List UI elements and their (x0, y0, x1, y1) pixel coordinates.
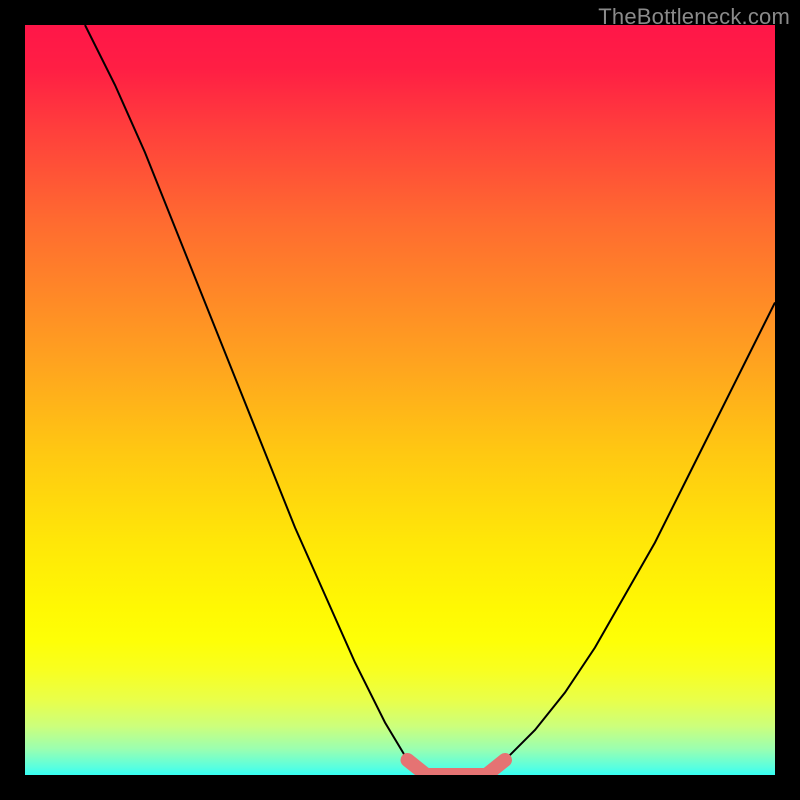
watermark-text: TheBottleneck.com (598, 4, 790, 30)
bottleneck-curve (85, 25, 775, 775)
chart-frame: TheBottleneck.com (0, 0, 800, 800)
chart-curves (25, 25, 775, 775)
valley-highlight (408, 760, 506, 775)
